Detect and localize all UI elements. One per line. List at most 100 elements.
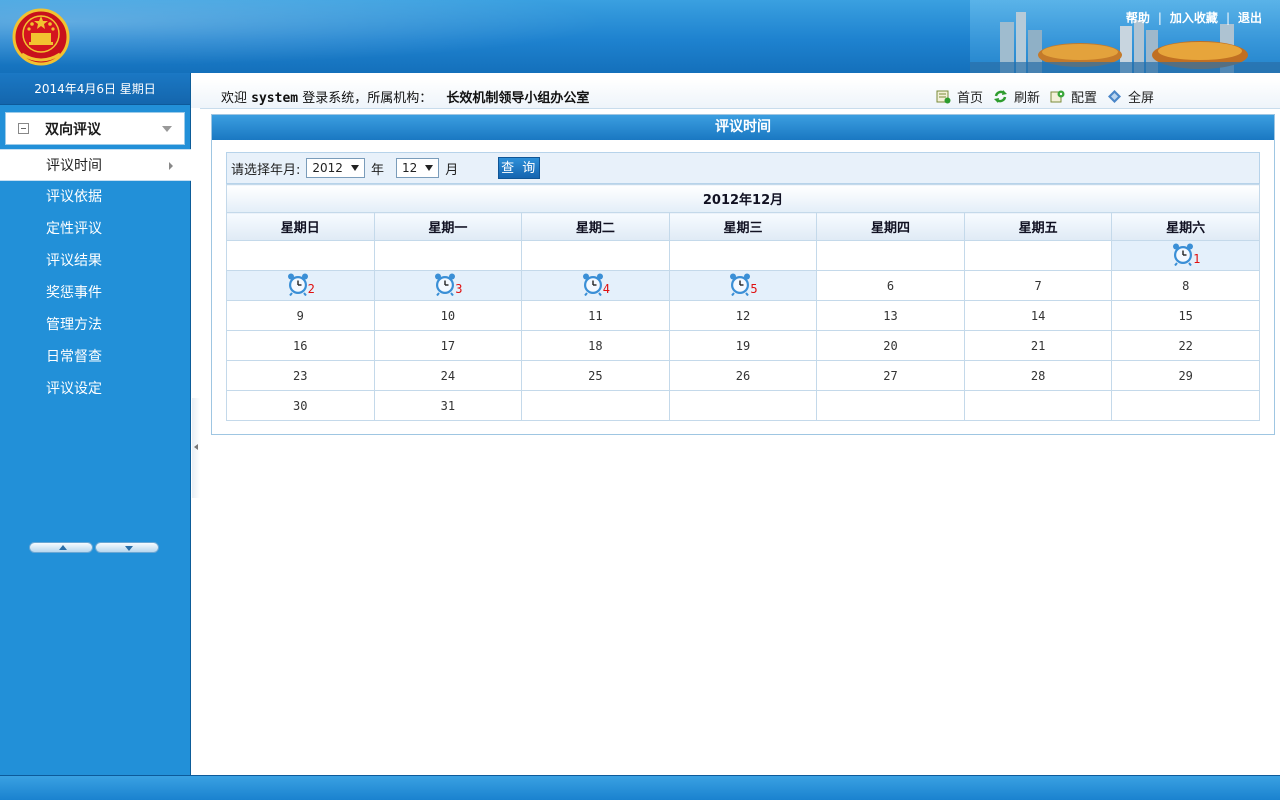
sidebar-item-label: 评议结果 <box>46 253 102 269</box>
weekday-header: 星期一 <box>373 212 523 241</box>
collapse-sidebar-handle[interactable] <box>192 398 200 498</box>
chevron-right-icon <box>169 162 173 170</box>
config-link-label: 配置 <box>1070 91 1097 106</box>
query-button[interactable]: 查 询 <box>498 157 541 179</box>
calendar-day[interactable]: 25 <box>521 360 670 391</box>
sidebar-item-reward-event[interactable]: 奖惩事件 <box>0 277 191 309</box>
day-number: 5 <box>750 282 758 296</box>
add-favorite-link[interactable]: 加入收藏 <box>1170 9 1218 26</box>
welcome-middle: 登录系统，所属机构： <box>302 91 433 106</box>
username: system <box>251 91 299 106</box>
nav-section-title: 双向评议 <box>45 121 101 138</box>
fullscreen-link-label: 全屏 <box>1127 91 1154 106</box>
calendar-day[interactable]: 7 <box>963 270 1113 301</box>
calendar-empty-cell <box>816 390 965 421</box>
sidebar-item-label: 定性评议 <box>46 221 102 237</box>
calendar-event-day[interactable]: 3 <box>373 270 523 301</box>
sidebar-item-review-result[interactable]: 评议结果 <box>0 245 191 277</box>
calendar-day[interactable]: 24 <box>373 360 523 391</box>
calendar-day[interactable]: 16 <box>226 330 375 361</box>
calendar-day[interactable]: 10 <box>373 300 523 331</box>
day-number: 1 <box>1193 252 1201 266</box>
sidebar-item-management-method[interactable]: 管理方法 <box>0 309 191 341</box>
sidebar-item-qualitative-review[interactable]: 定性评议 <box>0 213 191 245</box>
month-select[interactable]: 12 <box>395 158 440 178</box>
sidebar-item-label: 管理方法 <box>46 317 102 333</box>
calendar-week-row: 16 17 18 19 20 21 22 <box>226 330 1260 361</box>
sidebar-item-review-settings[interactable]: 评议设定 <box>0 373 191 405</box>
calendar-day[interactable]: 23 <box>226 360 375 391</box>
weekday-header: 星期三 <box>668 212 818 241</box>
calendar-event-day[interactable]: 5 <box>668 270 818 301</box>
sidebar-item-label: 日常督查 <box>46 349 102 365</box>
nav-section-header[interactable]: 双向评议 <box>5 112 185 145</box>
calendar-empty-cell <box>373 240 523 271</box>
calendar-day[interactable]: 11 <box>521 300 670 331</box>
sidebar-item-review-basis[interactable]: 评议依据 <box>0 181 191 213</box>
organization-name: 长效机制领导小组办公室 <box>446 91 590 106</box>
calendar-empty-cell <box>816 240 965 271</box>
year-value: 2012 <box>312 161 343 175</box>
calendar-day[interactable]: 30 <box>226 390 375 421</box>
calendar-day[interactable]: 15 <box>1111 300 1260 331</box>
calendar-empty-cell <box>1111 390 1260 421</box>
help-link[interactable]: 帮助 <box>1126 9 1150 26</box>
calendar-day[interactable]: 9 <box>226 300 375 331</box>
calendar-day[interactable]: 27 <box>816 360 965 391</box>
weekday-header: 星期五 <box>963 212 1113 241</box>
logout-link[interactable]: 退出 <box>1238 9 1262 26</box>
calendar-day[interactable]: 28 <box>963 360 1113 391</box>
alarm-clock-icon <box>287 273 308 296</box>
alarm-clock-icon <box>435 273 456 296</box>
calendar-day[interactable]: 20 <box>816 330 965 361</box>
sidebar-item-label: 奖惩事件 <box>46 285 102 301</box>
calendar-day[interactable]: 17 <box>373 330 523 361</box>
sidebar-scroll-buttons <box>29 542 159 553</box>
calendar-day[interactable]: 13 <box>816 300 965 331</box>
sidebar-item-label: 评议依据 <box>46 189 102 205</box>
calendar-empty-cell <box>226 240 375 271</box>
year-select[interactable]: 2012 <box>306 158 365 178</box>
sidebar-item-label: 评议时间 <box>46 158 102 174</box>
chevron-down-icon <box>162 126 172 132</box>
dropdown-arrow-icon <box>350 165 359 171</box>
calendar-day[interactable]: 26 <box>668 360 818 391</box>
sidebar-item-label: 评议设定 <box>46 381 102 397</box>
calendar-day[interactable]: 29 <box>1111 360 1260 391</box>
footer-bar <box>0 775 1280 800</box>
calendar-day[interactable]: 21 <box>963 330 1113 361</box>
month-unit-label: 月 <box>445 162 459 178</box>
calendar-day[interactable]: 12 <box>668 300 818 331</box>
sidebar-item-daily-inspection[interactable]: 日常督查 <box>0 341 191 373</box>
refresh-link[interactable]: 刷新 <box>993 87 1040 106</box>
nav-list: 评议时间 评议依据 定性评议 评议结果 奖惩事件 管理方法 日常督查 评议设定 <box>0 149 191 405</box>
calendar-day[interactable]: 6 <box>816 270 965 301</box>
scroll-up-button[interactable] <box>29 542 93 553</box>
weekday-header: 星期二 <box>521 212 670 241</box>
alarm-clock-icon <box>582 273 603 296</box>
home-link[interactable]: 首页 <box>936 87 983 106</box>
calendar-day[interactable]: 31 <box>373 390 523 421</box>
calendar-day[interactable]: 22 <box>1111 330 1260 361</box>
calendar-day[interactable]: 18 <box>521 330 670 361</box>
calendar-event-day[interactable]: 4 <box>521 270 670 301</box>
weekday-header: 星期六 <box>1111 212 1260 241</box>
calendar-week-row: 23 24 25 26 27 28 29 <box>226 360 1260 391</box>
day-number: 4 <box>602 282 611 296</box>
calendar-event-day[interactable]: 2 <box>226 270 375 301</box>
home-icon <box>936 90 951 104</box>
scroll-down-button[interactable] <box>95 542 159 553</box>
config-link[interactable]: 配置 <box>1050 87 1097 106</box>
national-emblem-icon <box>12 8 70 66</box>
sidebar-item-review-time[interactable]: 评议时间 <box>0 149 191 181</box>
welcome-prefix: 欢迎 <box>221 91 248 106</box>
fullscreen-link[interactable]: 全屏 <box>1107 87 1154 106</box>
calendar-day[interactable]: 8 <box>1111 270 1260 301</box>
calendar-day[interactable]: 19 <box>668 330 818 361</box>
review-time-panel: 评议时间 请选择年月: 2012 年 12 月 查 询 2012年12月 星期日… <box>211 114 1275 435</box>
top-banner: 帮助 | 加入收藏 | 退出 <box>0 0 1280 73</box>
calendar-empty-cell <box>521 390 670 421</box>
calendar-day[interactable]: 14 <box>963 300 1113 331</box>
link-separator: | <box>1225 10 1230 25</box>
calendar-event-day[interactable]: 1 <box>1111 240 1260 271</box>
